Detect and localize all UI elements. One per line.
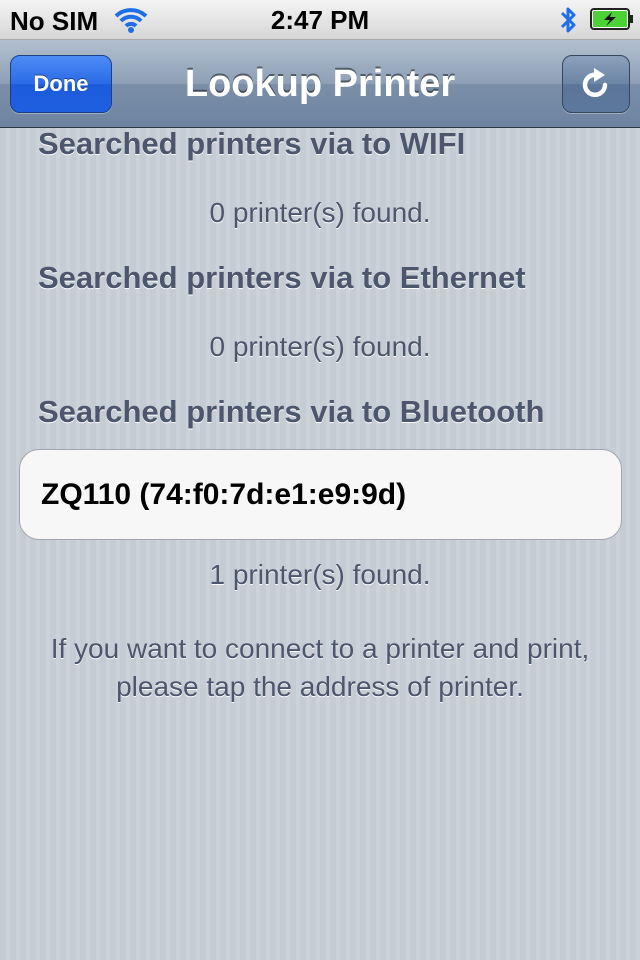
refresh-icon (582, 68, 608, 98)
section-header-wifi: Searched printers via to WIFI (38, 126, 466, 161)
bluetooth-icon (560, 7, 576, 33)
printer-cell[interactable]: ZQ110 (74:f0:7d:e1:e9:9d) (19, 449, 622, 540)
section-footer-bluetooth: 1 printer(s) found. (209, 559, 431, 590)
section-footer-ethernet: 0 printer(s) found. (209, 331, 431, 362)
printer-address: ZQ110 (74:f0:7d:e1:e9:9d) (41, 477, 407, 511)
navigation-bar: Done Lookup Printer (0, 40, 640, 128)
status-bar: No SIM 2:47 PM (0, 0, 640, 40)
done-button[interactable]: Done (10, 55, 112, 113)
page-title: Lookup Printer (184, 62, 456, 105)
clock: 2:47 PM (270, 5, 370, 35)
battery-charging-icon (590, 8, 633, 30)
refresh-button[interactable] (562, 55, 630, 113)
section-header-bluetooth: Searched printers via to Bluetooth (38, 394, 545, 429)
hint-text: If you want to connect to a printer and … (50, 633, 590, 702)
section-header-ethernet: Searched printers via to Ethernet (38, 260, 526, 295)
section-footer-wifi: 0 printer(s) found. (209, 197, 431, 228)
